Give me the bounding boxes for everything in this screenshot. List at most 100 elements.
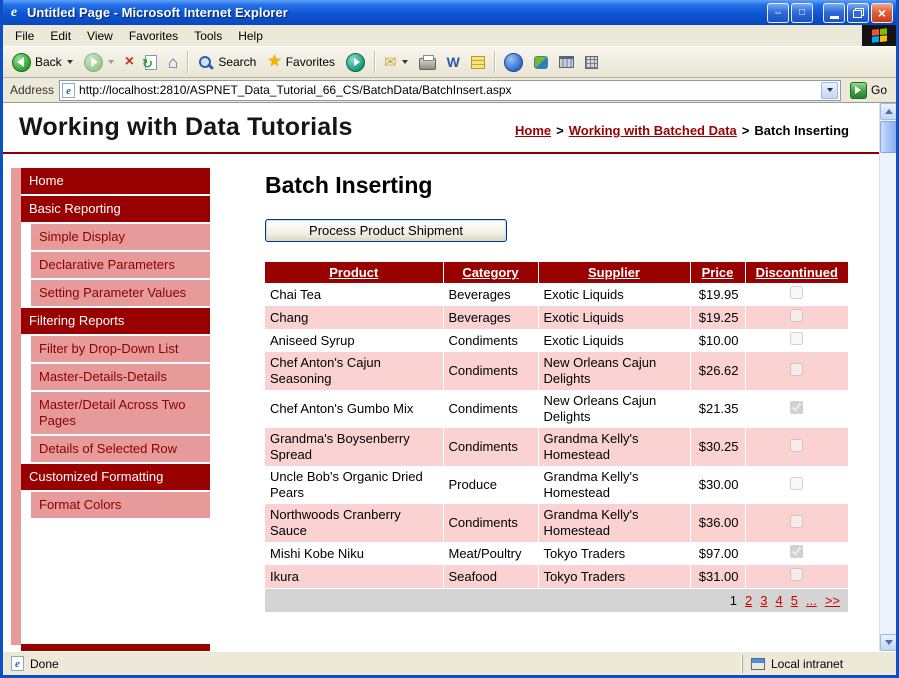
home-icon: ⌂ [168, 54, 178, 71]
sidebar-item-details-of-selected-row[interactable]: Details of Selected Row [31, 436, 210, 462]
forward-dropdown-icon[interactable] [108, 60, 114, 64]
toolbar-separator [494, 51, 495, 73]
back-label: Back [35, 55, 62, 69]
messenger-button[interactable] [499, 50, 528, 75]
pager-page-4[interactable]: 4 [776, 593, 783, 608]
title-extra-screen-button[interactable]: □ [791, 3, 813, 23]
vertical-scrollbar[interactable] [879, 103, 896, 651]
discontinued-checkbox [790, 568, 803, 581]
sidebar-item-partial[interactable] [21, 644, 210, 651]
forward-icon [84, 53, 103, 72]
column-header-price[interactable]: Price [690, 262, 745, 283]
forward-button[interactable] [79, 50, 119, 75]
column-header-category[interactable]: Category [443, 262, 538, 283]
address-field[interactable]: e http://localhost:2810/ASPNET_Data_Tuto… [59, 80, 841, 101]
favorites-label: Favorites [286, 55, 335, 69]
restore-button[interactable] [847, 3, 869, 23]
discontinued-cell [745, 352, 848, 390]
print-button[interactable] [414, 52, 441, 73]
research-button[interactable] [554, 53, 579, 71]
address-url[interactable]: http://localhost:2810/ASPNET_Data_Tutori… [79, 83, 821, 97]
pager-page-2[interactable]: 2 [745, 593, 752, 608]
category-cell: Condiments [443, 504, 538, 542]
sidebar-item-format-colors[interactable]: Format Colors [31, 492, 210, 518]
address-dropdown-button[interactable] [821, 82, 838, 99]
sidebar: HomeBasic ReportingSimple DisplayDeclara… [11, 168, 210, 651]
sidebar-item-customized-formatting[interactable]: Customized Formatting [21, 464, 210, 490]
sidebar-item-filtering-reports[interactable]: Filtering Reports [21, 308, 210, 334]
back-icon [12, 53, 31, 72]
product-cell: Northwoods Cranberry Sauce [265, 504, 443, 542]
category-cell: Beverages [443, 306, 538, 329]
local-intranet-icon [751, 658, 765, 670]
menu-edit[interactable]: Edit [42, 27, 79, 45]
favorites-button[interactable]: ★ Favorites [262, 51, 340, 73]
process-shipment-button[interactable]: Process Product Shipment [265, 219, 507, 242]
edit-with-word-button[interactable]: W [442, 51, 465, 73]
close-button[interactable]: × [871, 3, 893, 23]
mail-button[interactable]: ✉ [379, 52, 413, 73]
media-button[interactable] [341, 50, 370, 75]
quick-tabs-button[interactable] [580, 53, 603, 72]
products-table-body: Chai TeaBeveragesExotic Liquids$19.95Cha… [265, 283, 848, 588]
discuss-button[interactable] [466, 53, 490, 72]
supplier-cell: Exotic Liquids [538, 283, 690, 306]
discontinued-cell [745, 428, 848, 466]
sidebar-item-declarative-parameters[interactable]: Declarative Parameters [31, 252, 210, 278]
price-cell: $36.00 [690, 504, 745, 542]
title-extra-arrows-button[interactable]: ⇔ [767, 3, 789, 23]
supplier-cell: Tokyo Traders [538, 565, 690, 588]
pager-next[interactable]: >> [825, 593, 840, 608]
column-header-link: Category [462, 265, 518, 280]
home-button[interactable]: ⌂ [163, 51, 183, 74]
sidebar-item-master-detail-across-two-pages[interactable]: Master/Detail Across Two Pages [31, 392, 210, 434]
breadcrumb-working-with-batched-data[interactable]: Working with Batched Data [569, 123, 737, 138]
back-dropdown-icon[interactable] [67, 60, 73, 64]
sidebar-item-basic-reporting[interactable]: Basic Reporting [21, 196, 210, 222]
scrollbar-thumb[interactable] [880, 121, 896, 153]
sidebar-item-setting-parameter-values[interactable]: Setting Parameter Values [31, 280, 210, 306]
sidebar-item-simple-display[interactable]: Simple Display [31, 224, 210, 250]
column-header-product[interactable]: Product [265, 262, 443, 283]
minimize-button[interactable] [823, 3, 845, 23]
page-title: Batch Inserting [265, 172, 848, 199]
back-button[interactable]: Back [7, 50, 78, 75]
address-bar: Address e http://localhost:2810/ASPNET_D… [3, 78, 896, 103]
menu-tools[interactable]: Tools [186, 27, 230, 45]
refresh-button[interactable]: ↻ [140, 52, 162, 73]
scroll-down-button[interactable] [880, 634, 896, 651]
scroll-up-button[interactable] [880, 103, 896, 120]
page-body: HomeBasic ReportingSimple DisplayDeclara… [3, 154, 879, 651]
discontinued-checkbox [790, 286, 803, 299]
menu-view[interactable]: View [79, 27, 121, 45]
pager-page-5[interactable]: 5 [791, 593, 798, 608]
grid-icon [585, 56, 598, 69]
product-cell: Chef Anton's Gumbo Mix [265, 390, 443, 428]
product-cell: Ikura [265, 565, 443, 588]
pager-current-page: 1 [730, 593, 737, 608]
discontinued-checkbox [790, 439, 803, 452]
stop-button[interactable]: × [120, 51, 139, 73]
column-header-discontinued[interactable]: Discontinued [745, 262, 848, 283]
menu-favorites[interactable]: Favorites [121, 27, 186, 45]
supplier-cell: Grandma Kelly's Homestead [538, 466, 690, 504]
sidebar-item-filter-by-drop-down-list[interactable]: Filter by Drop-Down List [31, 336, 210, 362]
search-button[interactable]: Search [192, 51, 261, 74]
column-header-supplier[interactable]: Supplier [538, 262, 690, 283]
sidebar-item-master-details-details[interactable]: Master-Details-Details [31, 364, 210, 390]
sidebar-item-home[interactable]: Home [21, 168, 210, 194]
menu-file[interactable]: File [7, 27, 42, 45]
discontinued-cell [745, 306, 848, 329]
menu-help[interactable]: Help [230, 27, 271, 45]
discontinued-cell [745, 329, 848, 352]
breadcrumb-home[interactable]: Home [515, 123, 551, 138]
mail-icon: ✉ [384, 55, 397, 70]
table-row: Grandma's Boysenberry SpreadCondimentsGr… [265, 428, 848, 466]
mail-dropdown-icon[interactable] [402, 60, 408, 64]
pager-ellipsis[interactable]: ... [806, 593, 817, 608]
supplier-cell: Grandma Kelly's Homestead [538, 504, 690, 542]
pager-page-3[interactable]: 3 [760, 593, 767, 608]
go-button[interactable]: Go [846, 82, 891, 99]
msn-button[interactable] [529, 53, 553, 72]
supplier-cell: New Orleans Cajun Delights [538, 352, 690, 390]
